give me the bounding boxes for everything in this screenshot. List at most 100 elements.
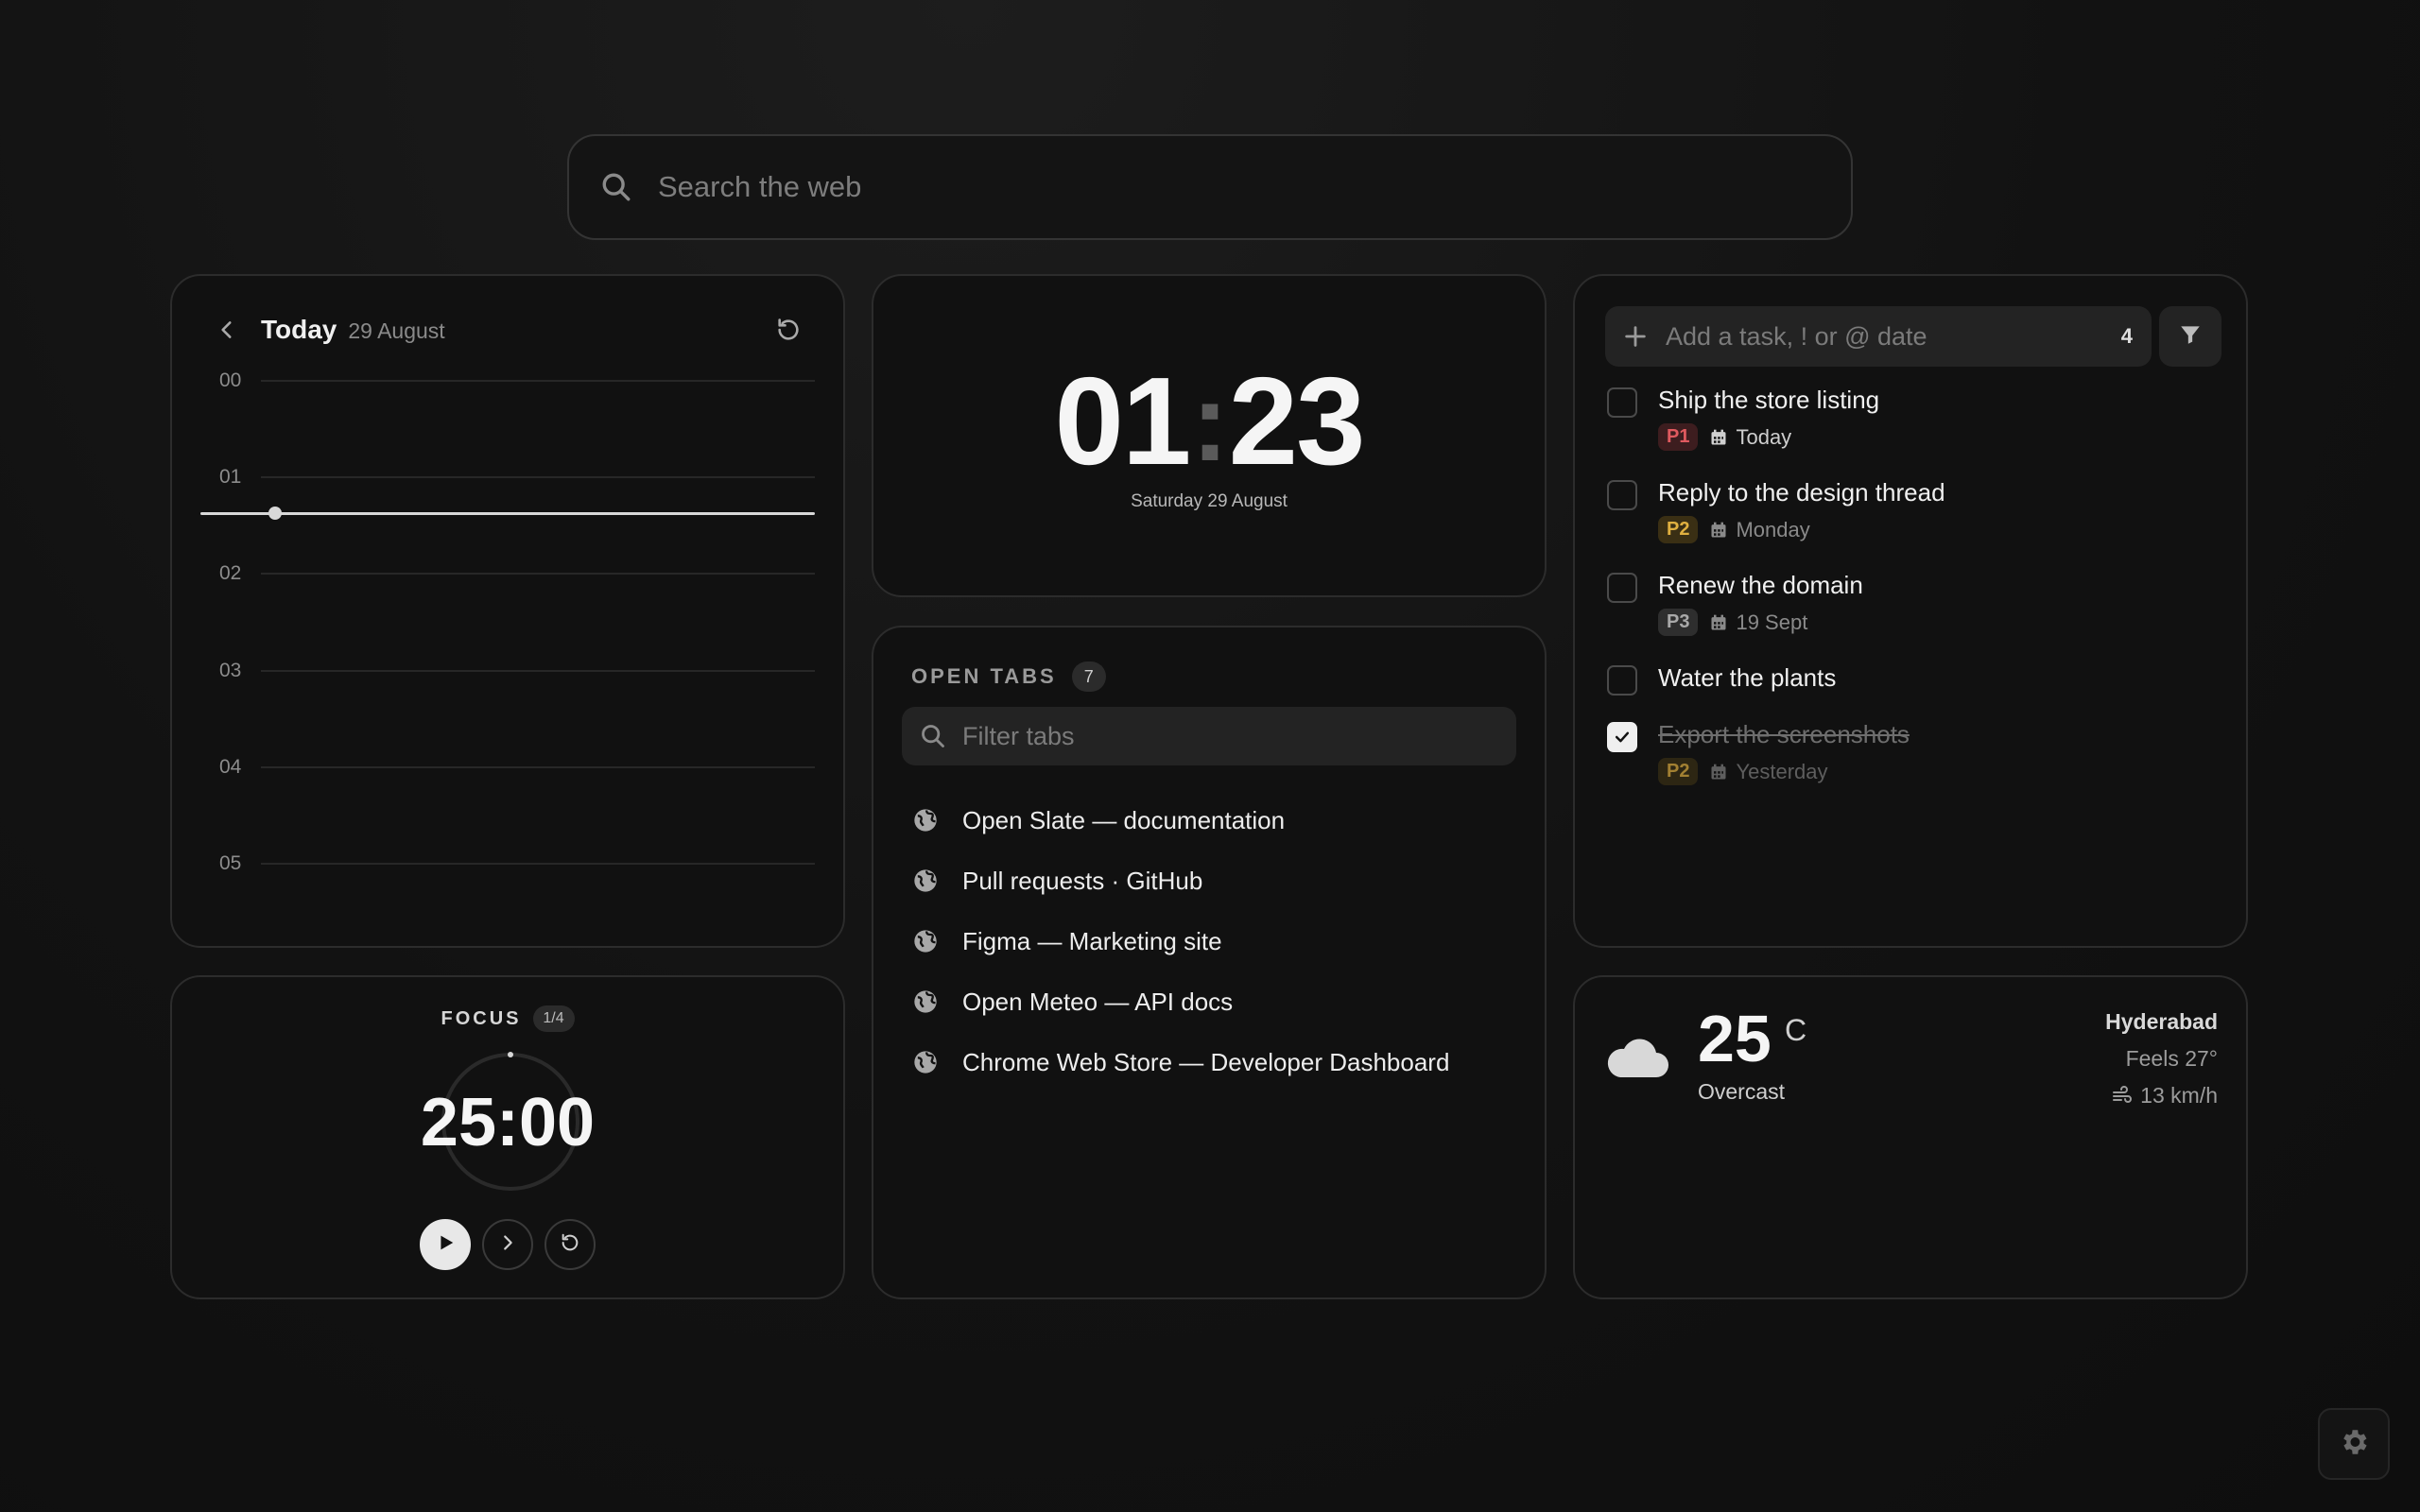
calendar-date: 29 August bbox=[348, 318, 445, 343]
task-meta: P1 Today bbox=[1658, 423, 1791, 451]
task-meta: P2 Monday bbox=[1658, 516, 1810, 543]
calendar-title: Today bbox=[261, 315, 337, 344]
add-task-bar[interactable]: 4 bbox=[1605, 306, 2152, 367]
tab-item[interactable]: Figma — Marketing site bbox=[911, 911, 1516, 971]
hour-line bbox=[261, 476, 815, 478]
weather-unit: C bbox=[1785, 1013, 1807, 1047]
task-checkbox[interactable] bbox=[1607, 573, 1637, 603]
hour-line bbox=[261, 766, 815, 768]
clock-date: Saturday 29 August bbox=[1131, 491, 1288, 511]
focus-timer-widget: FOCUS 1/4 25:00 bbox=[170, 975, 845, 1299]
weather-wind: 13 km/h bbox=[2105, 1083, 2218, 1108]
task-filter-button[interactable] bbox=[2159, 306, 2221, 367]
calendar-icon bbox=[1709, 521, 1728, 540]
focus-label: FOCUS bbox=[441, 1007, 522, 1029]
clock-minutes: 23 bbox=[1228, 352, 1366, 490]
search-icon bbox=[917, 720, 949, 752]
task-meta: P2 Yesterday bbox=[1658, 758, 1828, 785]
weather-temperature: 25 bbox=[1698, 1002, 1772, 1075]
hour-label: 02 bbox=[219, 562, 242, 584]
tabs-filter-input[interactable] bbox=[962, 721, 1516, 751]
priority-badge: P1 bbox=[1658, 423, 1699, 451]
play-button[interactable] bbox=[420, 1219, 471, 1270]
hour-line bbox=[261, 380, 815, 382]
priority-badge: P3 bbox=[1658, 609, 1699, 636]
hour-row: 03 bbox=[219, 657, 815, 685]
task-checkbox[interactable] bbox=[1607, 480, 1637, 510]
task-due: 19 Sept bbox=[1736, 610, 1808, 634]
open-tabs-count: 7 bbox=[1071, 662, 1106, 692]
hour-label: 04 bbox=[219, 756, 242, 778]
tab-item[interactable]: Open Meteo — API docs bbox=[911, 971, 1516, 1032]
task-due: Today bbox=[1736, 424, 1792, 449]
reset-button[interactable] bbox=[544, 1219, 596, 1270]
play-icon bbox=[435, 1232, 456, 1258]
task-title: Water the plants bbox=[1658, 663, 1837, 692]
hour-row: 00 bbox=[219, 367, 815, 395]
task-item: Renew the domain P3 19 Sept bbox=[1607, 565, 2218, 658]
clock-widget: 01:23 Saturday 29 August bbox=[872, 274, 1547, 597]
priority-badge: P2 bbox=[1658, 516, 1699, 543]
focus-header: FOCUS 1/4 bbox=[172, 1005, 843, 1032]
weather-widget: 25 C Overcast Hyderabad Feels 27° 13 km/… bbox=[1573, 975, 2248, 1299]
search-icon bbox=[597, 168, 635, 206]
task-due: Yesterday bbox=[1736, 759, 1828, 783]
task-title: Export the screenshots bbox=[1658, 720, 1910, 748]
task-checkbox[interactable] bbox=[1607, 387, 1637, 418]
globe-icon bbox=[911, 988, 940, 1016]
tabs-filter-bar[interactable] bbox=[902, 707, 1516, 765]
open-tabs-widget: OPEN TABS 7 Open Slate — documentation P… bbox=[872, 626, 1547, 1299]
hour-label: 03 bbox=[219, 660, 242, 681]
gear-icon bbox=[2338, 1426, 2370, 1463]
task-title: Renew the domain bbox=[1658, 571, 1863, 599]
clock-time: 01:23 bbox=[873, 359, 1545, 484]
settings-button[interactable] bbox=[2318, 1408, 2390, 1480]
hour-line bbox=[261, 573, 815, 575]
open-tabs-header: OPEN TABS 7 bbox=[911, 662, 1106, 692]
hour-row: 04 bbox=[219, 753, 815, 782]
focus-controls bbox=[172, 1219, 843, 1270]
hour-line bbox=[261, 670, 815, 672]
hour-label: 05 bbox=[219, 852, 242, 874]
add-task-input[interactable] bbox=[1666, 321, 2121, 352]
hour-row: 01 bbox=[219, 463, 815, 491]
focus-session-badge: 1/4 bbox=[532, 1005, 575, 1032]
task-title: Ship the store listing bbox=[1658, 386, 1880, 414]
tab-list: Open Slate — documentation Pull requests… bbox=[911, 790, 1516, 1092]
search-input[interactable] bbox=[658, 170, 1851, 204]
plus-icon bbox=[1618, 319, 1652, 353]
task-item: Ship the store listing P1 Today bbox=[1607, 380, 2218, 472]
clock-colon: : bbox=[1191, 360, 1228, 485]
tab-item[interactable]: Open Slate — documentation bbox=[911, 790, 1516, 850]
skip-button[interactable] bbox=[482, 1219, 533, 1270]
weather-details: Hyderabad Feels 27° 13 km/h bbox=[2105, 1009, 2218, 1108]
chevron-right-icon bbox=[497, 1232, 518, 1258]
check-icon bbox=[1615, 731, 1630, 743]
filter-icon bbox=[2178, 322, 2203, 352]
task-checkbox[interactable] bbox=[1607, 722, 1637, 752]
current-time-dot bbox=[268, 507, 282, 520]
task-due: Monday bbox=[1736, 517, 1810, 541]
calendar-icon bbox=[1709, 428, 1728, 447]
chevron-left-icon[interactable] bbox=[210, 313, 244, 347]
tasks-widget: 4 Ship the store listing P1 Today Reply … bbox=[1573, 274, 2248, 948]
refresh-icon[interactable] bbox=[771, 313, 805, 347]
task-item: Water the plants bbox=[1607, 658, 2218, 714]
web-search-bar[interactable] bbox=[567, 134, 1853, 240]
tab-title: Open Meteo — API docs bbox=[962, 987, 1234, 1016]
tab-title: Pull requests · GitHub bbox=[962, 866, 1203, 895]
priority-badge: P2 bbox=[1658, 758, 1699, 785]
tab-title: Figma — Marketing site bbox=[962, 926, 1222, 955]
globe-icon bbox=[911, 1048, 940, 1076]
hour-label: 01 bbox=[219, 466, 242, 488]
task-checkbox[interactable] bbox=[1607, 665, 1637, 696]
task-meta: P3 19 Sept bbox=[1658, 609, 1807, 636]
focus-time: 25:00 bbox=[420, 1085, 596, 1160]
tab-title: Chrome Web Store — Developer Dashboard bbox=[962, 1047, 1450, 1076]
tab-item[interactable]: Chrome Web Store — Developer Dashboard bbox=[911, 1032, 1516, 1092]
tab-item[interactable]: Pull requests · GitHub bbox=[911, 850, 1516, 911]
calendar-icon bbox=[1709, 613, 1728, 632]
task-item: Reply to the design thread P2 Monday bbox=[1607, 472, 2218, 565]
calendar-header: Today 29 August bbox=[210, 310, 805, 350]
globe-icon bbox=[911, 867, 940, 895]
